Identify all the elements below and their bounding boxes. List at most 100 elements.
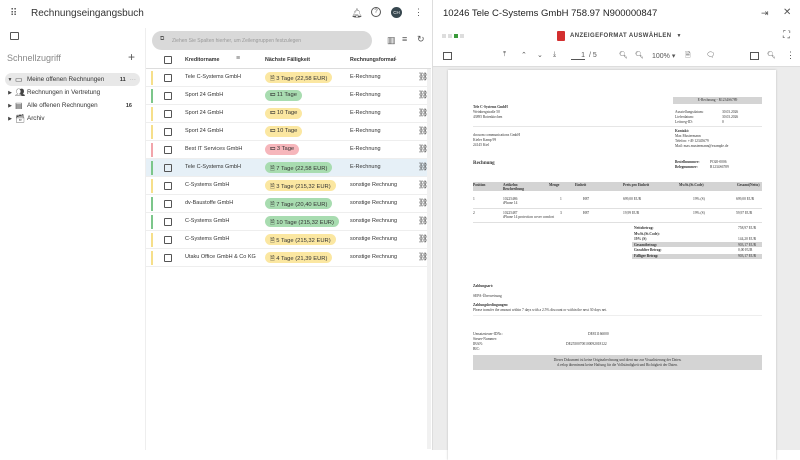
due-text: 10 Tage (215,32 EUR) <box>276 220 334 226</box>
table-row[interactable]: Sport 24 GmbH 💵︎ 10 Tage E-Rechnung ⛓ <box>146 105 431 123</box>
row-checkbox[interactable] <box>164 182 172 190</box>
column-header-format[interactable]: Rechnungsformat <box>350 57 395 63</box>
table-row[interactable]: Utaku Office GmbH & Co KG 🗎 4 Tage (21,3… <box>146 249 431 267</box>
creditor-name: Best IT Services GmbH <box>185 146 243 152</box>
sidebar-item-archive[interactable]: ▶ 🗃︎ Archiv <box>5 112 140 125</box>
cash-icon: 💵︎ <box>270 146 276 152</box>
more-icon[interactable]: ··· <box>130 76 136 83</box>
table-row[interactable]: C-Systems GmbH 🗎 10 Tage (215,32 EUR) so… <box>146 213 431 231</box>
invoice-format: sonstige Rechnung <box>350 236 398 242</box>
row-checkbox[interactable] <box>164 254 172 262</box>
cash-icon: 💵︎ <box>270 92 276 98</box>
fullscreen-icon[interactable]: ⛶ <box>783 30 790 41</box>
last-page-icon[interactable]: ⤓ <box>553 51 556 59</box>
row-checkbox[interactable] <box>164 74 172 82</box>
table-row[interactable]: dv-Baustoffe GmbH 🗎 7 Tage (20,40 EUR) s… <box>146 195 431 213</box>
apps-grid-icon[interactable]: ⠿ <box>10 8 17 19</box>
scrollbar[interactable] <box>427 69 431 449</box>
status-bar <box>151 233 153 247</box>
caret-right-icon[interactable]: ▶ <box>5 116 15 122</box>
table-row[interactable]: Tele C-Systems GmbH 🗎 3 Tage (22,58 EUR)… <box>146 69 431 87</box>
add-icon[interactable]: + <box>128 50 135 64</box>
cash-icon: 💵︎ <box>270 128 276 134</box>
more-vert-icon[interactable]: ⋮ <box>786 50 795 61</box>
invoice-text: iPhone 14 <box>503 201 518 205</box>
group-drop-zone[interactable]: ⧉ Ziehen Sie Spalten hierher, um Zeileng… <box>152 31 372 50</box>
comment-icon[interactable]: 🗨︎ <box>706 51 715 59</box>
table-row[interactable]: C-Systems GmbH 🗎 3 Tage (215,32 EUR) son… <box>146 177 431 195</box>
row-checkbox[interactable] <box>164 200 172 208</box>
row-checkbox[interactable] <box>164 110 172 118</box>
sidebar-item-my-open-invoices[interactable]: ▼ ▭ Meine offenen Rechnungen 11 ··· <box>5 73 140 86</box>
due-badge: 💵︎ 3 Tage <box>265 144 300 155</box>
collapse-sidebar-icon[interactable] <box>10 32 19 40</box>
quick-access-heading: Schnellzugriff <box>7 53 61 63</box>
invoice-text: 59,97 EUR <box>736 211 753 215</box>
table-row[interactable]: Sport 24 GmbH 💵︎ 10 Tage E-Rechnung ⛓ <box>146 123 431 141</box>
sort-desc-icon[interactable]: ↓ <box>394 55 398 62</box>
list-box-icon: ▤ <box>15 101 23 110</box>
invoice-text: 19% (S) <box>693 211 705 215</box>
page-count: / 5 <box>589 52 597 59</box>
table-row[interactable]: Tele C-Systems GmbH 🗎 7 Tage (22,58 EUR)… <box>146 159 431 177</box>
table-row[interactable]: Best IT Services GmbH 💵︎ 3 Tage E-Rechnu… <box>146 141 431 159</box>
side-panel-icon[interactable] <box>750 52 759 60</box>
status-bar <box>151 107 153 121</box>
sidebar: Schnellzugriff + ▼ ▭ Meine offenen Rechnu… <box>0 28 145 450</box>
seller-line: Weinbergstraße 50 <box>473 110 500 114</box>
status-bar <box>151 89 153 103</box>
due-text: 4 Tage (21,39 EUR) <box>276 256 328 262</box>
invoice-text: Leitweg-ID: <box>675 120 693 124</box>
zoom-out-icon[interactable]: 🔍︎ <box>619 51 628 59</box>
select-all-checkbox[interactable] <box>164 56 172 64</box>
caret-down-icon: ▼ <box>676 33 682 39</box>
help-icon[interactable]: ? <box>371 7 381 17</box>
next-page-icon[interactable]: ⌄ <box>537 51 543 59</box>
table-row[interactable]: C-Systems GmbH 🗎 5 Tage (215,32 EUR) son… <box>146 231 431 249</box>
status-bar <box>151 215 153 229</box>
more-vert-icon[interactable]: ⋮ <box>414 7 423 18</box>
zoom-select[interactable]: 100% ▾ <box>652 52 675 60</box>
caret-right-icon[interactable]: ▶ <box>5 90 15 96</box>
invoice-text: Gezahlter Betrag: <box>634 248 662 253</box>
bell-icon[interactable]: 🔔︎ <box>351 8 362 19</box>
invoice-text: Fälliger Betrag: <box>634 254 659 258</box>
zoom-in-icon[interactable]: 🔍︎ <box>635 51 644 59</box>
column-header-creditor[interactable]: Kreditorname <box>185 57 219 63</box>
close-icon[interactable]: ✕ <box>783 7 791 18</box>
refresh-icon[interactable]: ↻ <box>417 34 425 45</box>
open-external-icon[interactable]: ⇥ <box>761 8 769 19</box>
document-icon: 🗎 <box>270 256 275 262</box>
app-header: ⠿ Rechnungseingangsbuch 🔔︎ ? CH ⋮ <box>0 0 432 28</box>
sidebar-toggle-icon[interactable] <box>443 52 452 60</box>
column-filter-icon[interactable]: ≡ <box>236 55 240 62</box>
row-checkbox[interactable] <box>164 92 172 100</box>
contact-line: Kontakt: <box>675 129 689 133</box>
row-checkbox[interactable] <box>164 164 172 172</box>
document-properties-icon[interactable]: 🗎 <box>685 51 691 62</box>
invoice-text: iPhone 14 protection cover comfort <box>503 215 555 219</box>
search-icon[interactable]: 🔍︎ <box>767 51 776 59</box>
buyer-line: Kieler Kamp 99 <box>473 138 497 142</box>
sidebar-item-all-open[interactable]: ▶ ▤ Alle offenen Rechnungen 16 <box>5 99 140 112</box>
row-checkbox[interactable] <box>164 218 172 226</box>
prev-page-icon[interactable]: ⌃ <box>521 51 527 59</box>
row-checkbox[interactable] <box>164 128 172 136</box>
format-select-button[interactable]: ANZEIGEFORMAT AUSWÄHLEN ▼ <box>557 31 682 41</box>
caret-right-icon[interactable]: ▶ <box>5 103 15 109</box>
filter-icon[interactable]: ≡ <box>402 34 407 44</box>
first-page-icon[interactable]: ⤒ <box>503 51 506 59</box>
table-row[interactable]: Sport 24 GmbH 💵︎ 11 Tage E-Rechnung ⛓ <box>146 87 431 105</box>
invoice-text: Steuer-Nummer: <box>473 337 498 341</box>
columns-icon[interactable]: ▥ <box>387 35 396 46</box>
page-number-input[interactable]: 1 <box>571 52 585 60</box>
table-header-cell: MwSt.(St.Code) <box>679 183 704 187</box>
sidebar-item-substitution[interactable]: ▶ 👥︎ Rechnungen in Vertretung <box>5 86 140 99</box>
column-header-due[interactable]: Nächste Fälligkeit <box>265 57 310 63</box>
row-checkbox[interactable] <box>164 146 172 154</box>
row-checkbox[interactable] <box>164 236 172 244</box>
due-badge: 🗎 4 Tage (21,39 EUR) <box>265 252 333 263</box>
caret-down-icon[interactable]: ▼ <box>5 77 15 83</box>
divider <box>473 315 762 316</box>
avatar[interactable]: CH <box>391 7 402 18</box>
